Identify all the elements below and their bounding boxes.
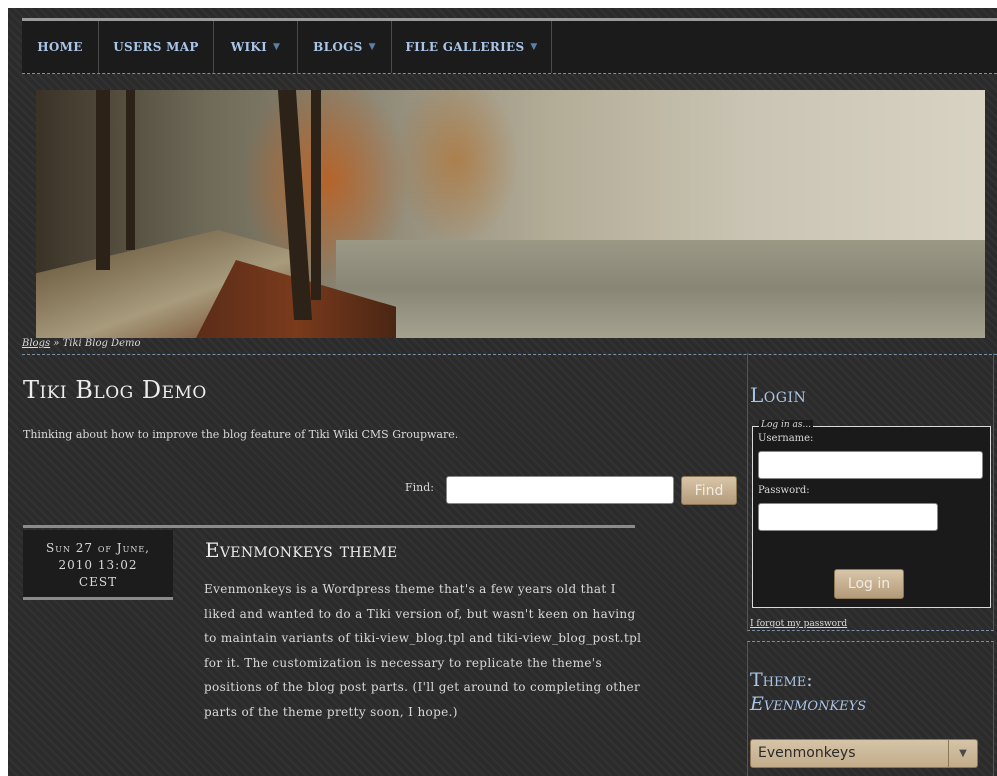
theme-title-label: Theme:: [750, 669, 813, 691]
nav-item-label: USERS MAP: [113, 40, 199, 54]
nav-item-blogs[interactable]: BLOGS ▼: [298, 21, 392, 73]
nav-item-wiki[interactable]: WIKI ▼: [214, 21, 298, 73]
nav-item-label: BLOGS: [313, 40, 363, 54]
login-title: Login: [750, 383, 807, 407]
password-field[interactable]: [758, 503, 938, 531]
caret-down-icon: ▼: [530, 42, 538, 52]
theme-title-name: Evenmonkeys: [750, 693, 867, 715]
main-nav: HOME USERS MAP WIKI ▼ BLOGS ▼ FILE GALLE…: [22, 21, 997, 74]
page: HOME USERS MAP WIKI ▼ BLOGS ▼ FILE GALLE…: [8, 8, 997, 776]
username-field[interactable]: [758, 451, 983, 479]
find-button[interactable]: Find: [681, 476, 737, 505]
banner-tree: [96, 90, 110, 270]
nav-item-label: FILE GALLERIES: [405, 40, 525, 54]
banner-water: [336, 240, 985, 338]
post-date-day: Sun 27 of June,: [46, 541, 150, 555]
login-button[interactable]: Log in: [834, 569, 904, 599]
nav-item-file-galleries[interactable]: FILE GALLERIES ▼: [392, 21, 552, 73]
login-module: Login Log in as... Username: Password: L…: [747, 353, 994, 631]
post-title[interactable]: Evenmonkeys theme: [205, 538, 398, 562]
theme-select[interactable]: Evenmonkeys ▼: [750, 739, 978, 768]
login-fieldset: Log in as... Username: Password: Log in: [752, 420, 991, 608]
post-date-timezone: CEST: [78, 575, 118, 589]
post-date-time: 2010 13:02: [58, 558, 138, 572]
post-date: Sun 27 of June, 2010 13:02 CEST: [23, 530, 173, 600]
breadcrumb-separator: »: [53, 338, 60, 349]
find-label: Find:: [405, 481, 434, 494]
theme-module: Theme: Evenmonkeys Evenmonkeys ▼: [747, 641, 994, 776]
theme-title: Theme: Evenmonkeys: [750, 668, 866, 716]
blog-title: Tiki Blog Demo: [23, 376, 207, 404]
blog-description: Thinking about how to improve the blog f…: [23, 428, 459, 441]
theme-select-value: Evenmonkeys: [758, 745, 856, 761]
nav-item-label: HOME: [37, 40, 83, 54]
username-label: Username:: [758, 433, 814, 444]
login-legend: Log in as...: [759, 420, 814, 430]
find-input[interactable]: [446, 476, 674, 504]
password-label: Password:: [758, 485, 810, 496]
forgot-password-link[interactable]: I forgot my password: [750, 619, 847, 629]
chevron-down-icon: ▼: [948, 740, 977, 767]
caret-down-icon: ▼: [273, 42, 281, 52]
nav-item-home[interactable]: HOME: [22, 21, 99, 73]
caret-down-icon: ▼: [368, 42, 376, 52]
banner-tree: [311, 90, 321, 300]
breadcrumb-current: Tiki Blog Demo: [62, 338, 141, 349]
nav-item-label: WIKI: [230, 40, 268, 54]
post-divider: [23, 525, 635, 528]
breadcrumb-link-blogs[interactable]: Blogs: [22, 338, 50, 349]
banner-tree: [126, 90, 135, 250]
header-banner-image: [36, 90, 985, 338]
post-body: Evenmonkeys is a Wordpress theme that's …: [204, 582, 642, 719]
nav-item-users-map[interactable]: USERS MAP: [99, 21, 214, 73]
